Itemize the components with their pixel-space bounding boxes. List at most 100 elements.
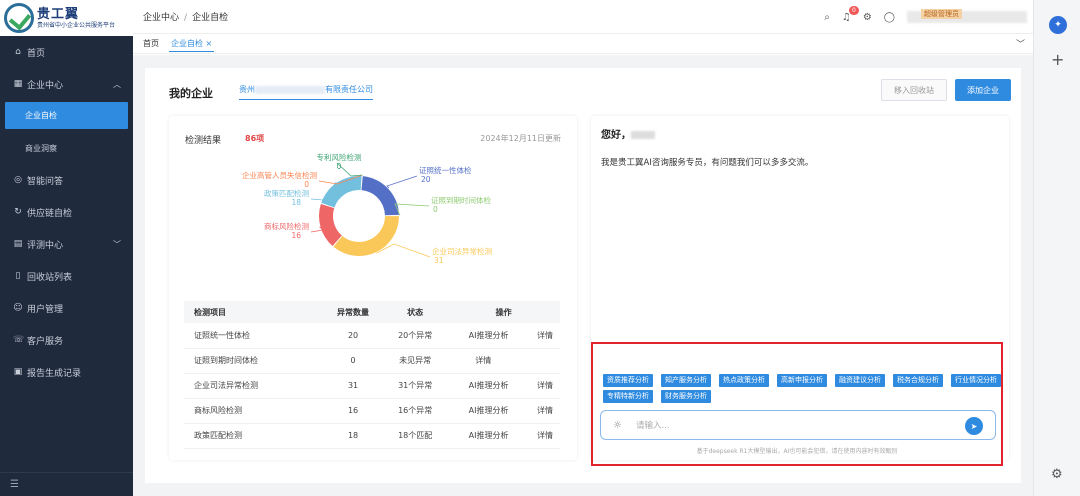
- donut-value-label: 20: [421, 175, 431, 184]
- donut-label: 政策匹配检测: [264, 188, 309, 198]
- building-icon: ▦: [13, 79, 23, 89]
- detail-link[interactable]: 详情: [447, 348, 530, 374]
- send-icon: ➤: [970, 421, 978, 431]
- update-date: 2024年12月11日更新: [480, 134, 561, 143]
- role-badge: 超级管理员: [921, 9, 962, 19]
- detail-link[interactable]: 详情: [529, 373, 560, 399]
- donut-leader-line: [394, 203, 430, 216]
- breadcrumb-item[interactable]: 企业中心: [143, 13, 179, 23]
- sidebar-item-recycle-list[interactable]: ▯ 回收站列表: [0, 260, 133, 292]
- sidebar-item-label: 供应链自检: [27, 208, 73, 219]
- sidebar-item-report-records[interactable]: ▣ 报告生成记录: [0, 356, 133, 388]
- sidebar-item-label: 用户管理: [27, 304, 64, 315]
- donut-value-label: 16: [291, 231, 301, 240]
- lightbulb-icon[interactable]: ☼: [613, 420, 622, 431]
- donut-value-label: 0: [337, 162, 342, 171]
- side-toolbar: ✦ + ⚙: [1033, 0, 1080, 496]
- logo-title: 贵工翼: [37, 6, 80, 22]
- company-name-suffix: 有限责任公司: [325, 85, 373, 94]
- ai-analysis-link[interactable]: AI推理分析: [447, 323, 530, 349]
- plus-icon[interactable]: +: [1051, 50, 1064, 69]
- top-header: 企业中心 / 企业自检 ⌕ ♫ 0 ⚙ ◯ 超级管理员: [133, 0, 1033, 34]
- detection-donut-chart: 证照统一性体检20证照到期时间体检0企业司法异常检测31商标风险检测16政策匹配…: [242, 152, 492, 265]
- assistant-logo-icon[interactable]: ✦: [1049, 16, 1067, 34]
- table-header: 异常数量: [322, 301, 384, 323]
- add-enterprise-button[interactable]: 添加企业: [955, 79, 1011, 101]
- detection-title: 检测结果: [185, 136, 222, 146]
- move-to-recycle-button[interactable]: 移入回收站: [881, 79, 947, 101]
- sidebar-item-self-check[interactable]: 企业自检: [5, 102, 128, 129]
- user-icon: ☺: [13, 303, 23, 313]
- quick-prompt-chip[interactable]: 融资建议分析: [835, 374, 885, 387]
- enterprise-card: 我的企业 贵州 有限责任公司 移入回收站 添加企业 检测结果 86项 2024年1…: [145, 68, 1021, 483]
- detail-link[interactable]: 详情: [529, 323, 560, 349]
- chevron-down-icon: ﹀: [113, 239, 121, 249]
- quick-prompt-chip[interactable]: 高新申报分析: [777, 374, 827, 387]
- tab-self-check[interactable]: 企业自检 ×: [169, 36, 215, 52]
- ai-analysis-link[interactable]: AI推理分析: [447, 373, 530, 399]
- donut-label: 证照统一性体检: [419, 165, 472, 175]
- sidebar-item-enterprise-center[interactable]: ▦ 企业中心 ︿: [0, 68, 133, 100]
- avatar[interactable]: ◯: [884, 12, 895, 23]
- donut-slice: [361, 176, 399, 216]
- donut-leader-line: [386, 175, 418, 189]
- cell-status: 31个异常: [383, 373, 448, 399]
- cell-count: 18: [322, 423, 384, 449]
- company-tab[interactable]: 贵州 有限责任公司: [239, 84, 373, 100]
- detection-panel: 检测结果 86项 2024年12月11日更新 证照统一性体检 20 证照到期时间体检…: [169, 116, 577, 460]
- sidebar-item-supply-chain[interactable]: ↻ 供应链自检: [0, 196, 133, 228]
- tab-home[interactable]: 首页: [143, 38, 159, 49]
- breadcrumb-separator: /: [184, 13, 188, 23]
- search-icon[interactable]: ⌕: [824, 12, 830, 23]
- chat-input-box[interactable]: ☼ 请输入... ➤: [600, 410, 996, 440]
- quick-prompt-chip[interactable]: 知产服务分析: [661, 374, 711, 387]
- logo-icon: [4, 3, 34, 33]
- quick-prompt-chip[interactable]: 专精特新分析: [603, 390, 653, 403]
- chat-input-placeholder[interactable]: 请输入...: [636, 419, 670, 431]
- send-button[interactable]: ➤: [965, 417, 983, 435]
- donut-slice: [321, 176, 362, 208]
- table-header: 状态: [383, 301, 448, 323]
- quick-prompt-chip[interactable]: 行业情况分析: [951, 374, 1001, 387]
- user-menu[interactable]: 超级管理员: [907, 7, 1027, 27]
- document-icon: ▤: [13, 239, 23, 249]
- tabs-bar: 首页 企业自检 × ﹀: [133, 34, 1033, 54]
- trash-icon: ▯: [15, 271, 21, 281]
- quick-prompt-chip[interactable]: 资质推荐分析: [603, 374, 653, 387]
- sidebar-item-label: 首页: [27, 48, 46, 59]
- sidebar-item-business-insight[interactable]: 商业洞察: [0, 132, 133, 164]
- sidebar-item-label: 商业洞察: [25, 143, 57, 153]
- donut-label: 企业司法异常检测: [432, 246, 492, 256]
- table-header: 操作: [447, 301, 560, 323]
- report-icon: ▣: [13, 367, 23, 377]
- chat-intro: 我是贵工翼AI咨询服务专员，有问题我们可以多多交流。: [601, 158, 814, 168]
- detail-link[interactable]: 详情: [529, 423, 560, 449]
- ai-analysis-link[interactable]: AI推理分析: [447, 423, 530, 449]
- quick-prompt-chip[interactable]: 税务合规分析: [893, 374, 943, 387]
- quick-prompt-chip[interactable]: 热点政策分析: [719, 374, 769, 387]
- sidebar-item-customer-service[interactable]: ☏ 客户服务: [0, 324, 133, 356]
- bell-icon[interactable]: ♫ 0: [842, 5, 859, 23]
- chevron-down-icon[interactable]: ﹀: [1016, 37, 1025, 50]
- sidebar-item-smart-qa[interactable]: ◎ 智能问答: [0, 164, 133, 196]
- detection-table: 检测项目 异常数量 状态 操作 证照统一性体检 20 20个异常 AI推理分析: [184, 301, 560, 449]
- cell-count: 20: [322, 323, 384, 349]
- compass-icon: ◎: [14, 175, 22, 185]
- settings-icon[interactable]: ⚙: [863, 12, 872, 23]
- detail-link[interactable]: 详情: [529, 398, 560, 424]
- notification-badge: 0: [849, 5, 859, 15]
- quick-prompt-chip[interactable]: 财务服务分析: [661, 390, 711, 403]
- header-actions: ⌕ ♫ 0 ⚙ ◯ 超级管理员: [824, 0, 1027, 34]
- sidebar-item-label: 客户服务: [27, 336, 64, 347]
- refresh-icon: ↻: [14, 207, 22, 217]
- sidebar-item-evaluation[interactable]: ▤ 评测中心 ﹀: [0, 228, 133, 260]
- ai-analysis-link[interactable]: AI推理分析: [447, 398, 530, 424]
- logo: 贵工翼 贵州省中小企业公共服务平台: [0, 0, 133, 36]
- gear-icon[interactable]: ⚙: [1051, 467, 1063, 482]
- main-area: 我的企业 贵州 有限责任公司 移入回收站 添加企业 检测结果 86项 2024年1…: [133, 55, 1033, 496]
- sidebar-item-user-management[interactable]: ☺ 用户管理: [0, 292, 133, 324]
- collapse-sidebar-button[interactable]: ☰: [0, 472, 133, 496]
- sidebar-item-home[interactable]: ⌂ 首页: [0, 36, 133, 68]
- greeting-text: 您好，: [601, 130, 631, 141]
- sidebar: 贵工翼 贵州省中小企业公共服务平台 ⌂ 首页 ▦ 企业中心 ︿ 企业自检 商业洞察 ◎…: [0, 0, 133, 496]
